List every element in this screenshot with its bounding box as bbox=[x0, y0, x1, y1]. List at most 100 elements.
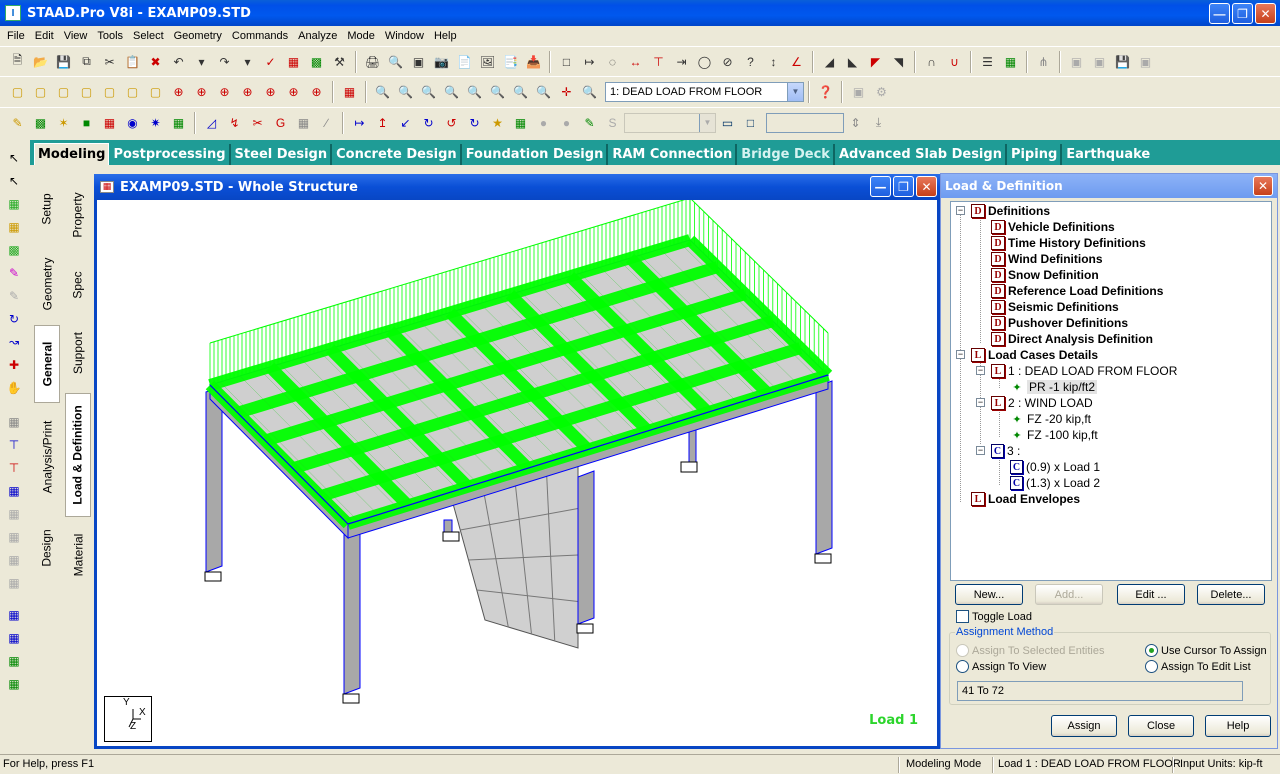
vtab-design[interactable]: Design bbox=[34, 515, 60, 581]
pencil-icon[interactable]: ✎ bbox=[580, 113, 600, 133]
pointer-icon[interactable]: ↖ bbox=[4, 171, 24, 191]
tab-earthquake[interactable]: Earthquake bbox=[1063, 144, 1153, 165]
rotate-x-minus-icon[interactable]: ⊕ bbox=[192, 82, 212, 102]
frame-icon[interactable]: ▦ bbox=[294, 113, 314, 133]
tree-load-item-fz-20[interactable]: ✦ FZ -20 kip,ft bbox=[1010, 411, 1091, 427]
new-file-icon[interactable]: 🗎 bbox=[8, 52, 28, 72]
view-iso-1-icon[interactable]: ▢ bbox=[8, 82, 28, 102]
load-value-icon[interactable]: ▦ bbox=[511, 113, 531, 133]
display-whole-icon[interactable]: ▦ bbox=[340, 82, 360, 102]
rotate-y-minus-icon[interactable]: ⊕ bbox=[238, 82, 258, 102]
help-query-icon[interactable]: □ bbox=[741, 113, 761, 133]
panel-close-button[interactable]: ✕ bbox=[1253, 176, 1273, 196]
tree-definitions[interactable]: D Definitions bbox=[971, 203, 1050, 219]
tab-steel-design[interactable]: Steel Design bbox=[232, 144, 333, 165]
tee-icon[interactable]: ⊤ bbox=[649, 52, 669, 72]
case2-collapse-icon[interactable]: − bbox=[976, 398, 985, 407]
beam-tool-icon[interactable]: ↯ bbox=[225, 113, 245, 133]
download-icon[interactable]: ⤓ bbox=[869, 113, 889, 133]
edit-list-field[interactable]: 41 To 72 bbox=[957, 681, 1243, 701]
load-case-combo[interactable]: 1: DEAD LOAD FROM FLOOR ▼ bbox=[605, 81, 804, 102]
menu-geometry[interactable]: Geometry bbox=[169, 30, 227, 42]
tab-advanced-slab-design[interactable]: Advanced Slab Design bbox=[836, 144, 1007, 165]
use-cursor-radio[interactable] bbox=[1145, 644, 1158, 657]
tree-time-history-definitions[interactable]: D Time History Definitions bbox=[991, 235, 1146, 251]
case3-collapse-icon[interactable]: − bbox=[976, 446, 985, 455]
print-preview-icon[interactable]: 🔍 bbox=[386, 52, 406, 72]
camera-icon[interactable]: 📷 bbox=[432, 52, 452, 72]
menu-view[interactable]: View bbox=[59, 30, 93, 42]
beam-label-icon[interactable]: ↔ bbox=[626, 52, 646, 72]
list-icon[interactable]: ☰ bbox=[978, 52, 998, 72]
view-iso-4-icon[interactable]: ▢ bbox=[77, 82, 97, 102]
tree-seismic-definitions[interactable]: D Seismic Definitions bbox=[991, 299, 1119, 315]
select-beam-icon[interactable]: ✎ bbox=[8, 113, 28, 133]
maximize-button[interactable]: ❐ bbox=[1232, 3, 1253, 24]
menu-edit[interactable]: Edit bbox=[30, 30, 59, 42]
assign-view-radio[interactable] bbox=[956, 660, 969, 673]
doc-maximize-button[interactable]: ❐ bbox=[893, 176, 914, 197]
menu-window[interactable]: Window bbox=[380, 30, 429, 42]
view-iso-7-icon[interactable]: ▢ bbox=[146, 82, 166, 102]
menu-file[interactable]: File bbox=[2, 30, 30, 42]
tree-wind-definitions[interactable]: D Wind Definitions bbox=[991, 251, 1103, 267]
delete-button[interactable]: Delete... bbox=[1197, 584, 1265, 605]
rotate-y-plus-icon[interactable]: ⊕ bbox=[215, 82, 235, 102]
zoom-in-icon[interactable]: 🔍 bbox=[419, 82, 439, 102]
delete-icon[interactable]: ✖ bbox=[146, 52, 166, 72]
menu-tools[interactable]: Tools bbox=[92, 30, 128, 42]
definitions-collapse-icon[interactable]: − bbox=[956, 206, 965, 215]
case1-collapse-icon[interactable]: − bbox=[976, 366, 985, 375]
plot-2-icon[interactable]: ◣ bbox=[843, 52, 863, 72]
zoom-dynamic-icon[interactable]: 🔍 bbox=[396, 82, 416, 102]
assign-button[interactable]: Assign bbox=[1051, 715, 1117, 737]
no-select-icon[interactable]: ⊘ bbox=[718, 52, 738, 72]
vtab-setup[interactable]: Setup bbox=[34, 177, 60, 241]
new-button[interactable]: New... bbox=[955, 584, 1023, 605]
minimize-button[interactable]: — bbox=[1209, 3, 1230, 24]
rotate-x-plus-icon[interactable]: ⊕ bbox=[169, 82, 189, 102]
help-button[interactable]: Help bbox=[1205, 715, 1271, 737]
report-setup-icon[interactable]: 📑 bbox=[501, 52, 521, 72]
close-panel-button[interactable]: Close bbox=[1128, 715, 1194, 737]
section-icon[interactable]: ⊤ bbox=[4, 458, 24, 478]
monitor-icon[interactable]: ▭ bbox=[718, 113, 738, 133]
tree-vehicle-definitions[interactable]: D Vehicle Definitions bbox=[991, 219, 1115, 235]
menu-commands[interactable]: Commands bbox=[227, 30, 293, 42]
doc-minimize-button[interactable]: — bbox=[870, 176, 891, 197]
table-icon[interactable]: ▦ bbox=[284, 52, 304, 72]
deflection-icon[interactable]: ∪ bbox=[945, 52, 965, 72]
value-input[interactable] bbox=[766, 112, 844, 133]
my-moment-icon[interactable]: ↺ bbox=[442, 113, 462, 133]
plot-4-icon[interactable]: ◥ bbox=[889, 52, 909, 72]
vtab-property[interactable]: Property bbox=[65, 177, 91, 253]
doc-close-button[interactable]: ✕ bbox=[916, 176, 937, 197]
beam-section-icon[interactable]: ▦ bbox=[4, 481, 24, 501]
select-node-icon[interactable]: ✶ bbox=[54, 113, 74, 133]
green-box-icon[interactable]: ▦ bbox=[1001, 52, 1021, 72]
node-icon[interactable]: ◯ bbox=[695, 52, 715, 72]
dimension-icon[interactable]: ↦ bbox=[580, 52, 600, 72]
tree-snow-definition[interactable]: D Snow Definition bbox=[991, 267, 1099, 283]
undo-icon[interactable]: ↶ bbox=[169, 52, 189, 72]
load-cursor-4-icon[interactable]: ▦ bbox=[4, 674, 24, 694]
menu-help[interactable]: Help bbox=[429, 30, 462, 42]
load-cursor-3-icon[interactable]: ▦ bbox=[4, 651, 24, 671]
tree-load-cases-details[interactable]: L Load Cases Details bbox=[971, 347, 1098, 363]
undo-dropdown-icon[interactable]: ▾ bbox=[192, 52, 212, 72]
tree-combination-item-1[interactable]: C (0.9) x Load 1 bbox=[1010, 459, 1100, 475]
arch-icon[interactable]: ∩ bbox=[922, 52, 942, 72]
cursor-delete-icon[interactable]: ✓ bbox=[261, 52, 281, 72]
table-tool-icon[interactable]: ▦ bbox=[4, 412, 24, 432]
tree-load-item-fz-100[interactable]: ✦ FZ -100 kip,ft bbox=[1010, 427, 1097, 443]
fx-force-icon[interactable]: ↦ bbox=[350, 113, 370, 133]
load-cases-collapse-icon[interactable]: − bbox=[956, 350, 965, 359]
tree-load-case-3[interactable]: C 3 : bbox=[991, 443, 1020, 459]
cut-icon[interactable]: ✂ bbox=[100, 52, 120, 72]
page-icon[interactable]: □ bbox=[557, 52, 577, 72]
tree-reference-load-definitions[interactable]: D Reference Load Definitions bbox=[991, 283, 1163, 299]
menu-select[interactable]: Select bbox=[128, 30, 169, 42]
structure-3d-view[interactable]: Load 1 Y X Z bbox=[100, 197, 934, 746]
toggle-load-checkbox[interactable] bbox=[956, 610, 969, 623]
close-button[interactable]: ✕ bbox=[1255, 3, 1276, 24]
